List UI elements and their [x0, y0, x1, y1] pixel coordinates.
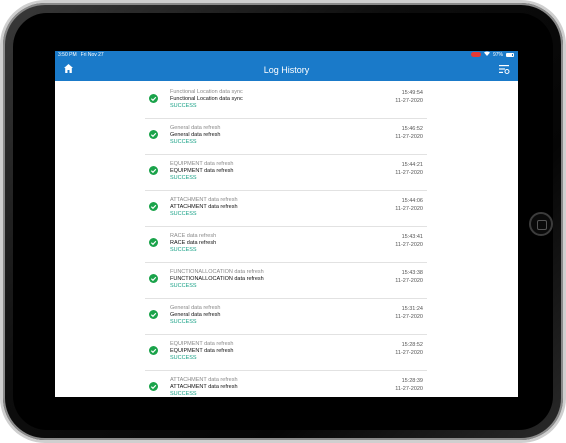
check-circle-icon	[149, 382, 158, 391]
log-name: RACE data refresh	[170, 233, 217, 239]
log-name: General data refresh	[170, 305, 221, 311]
check-circle-icon	[149, 310, 158, 319]
log-date: 11-27-2020	[395, 386, 423, 392]
log-timestamp: 15:46:52 11-27-2020	[395, 125, 423, 141]
log-name: EQUIPMENT data refresh	[170, 161, 234, 167]
log-description: EQUIPMENT data refresh	[170, 168, 234, 174]
log-name: FUNCTIONALLOCATION data refresh	[170, 269, 264, 275]
log-timestamp: 15:44:21 11-27-2020	[395, 161, 423, 177]
log-time: 15:43:41	[401, 234, 423, 240]
check-circle-icon	[149, 346, 158, 355]
check-circle-icon	[149, 238, 158, 247]
log-description: RACE data refresh	[170, 240, 217, 246]
log-date: 11-27-2020	[395, 206, 423, 212]
recording-icon	[470, 52, 481, 57]
log-description: EQUIPMENT data refresh	[170, 348, 234, 354]
log-timestamp: 15:43:38 11-27-2020	[395, 269, 423, 285]
filter-icon[interactable]	[498, 63, 510, 75]
battery-percent: 97%	[492, 51, 503, 58]
page-title: Log History	[263, 64, 310, 75]
log-item[interactable]: General data refresh General data refres…	[145, 299, 427, 335]
log-date: 11-27-2020	[395, 134, 423, 140]
log-time: 15:44:21	[401, 162, 423, 168]
log-time: 15:49:54	[401, 90, 423, 96]
log-status: SUCCESS	[170, 103, 197, 109]
log-item[interactable]: ATTACHMENT data refresh ATTACHMENT data …	[145, 191, 427, 227]
check-circle-icon	[149, 202, 158, 211]
log-timestamp: 15:28:52 11-27-2020	[395, 341, 423, 357]
log-date: 11-27-2020	[395, 170, 423, 176]
log-timestamp: 15:31:24 11-27-2020	[395, 305, 423, 321]
log-description: ATTACHMENT data refresh	[170, 384, 238, 390]
log-status: SUCCESS	[170, 247, 197, 253]
check-circle-icon	[149, 274, 158, 283]
check-circle-icon	[149, 166, 158, 175]
log-time: 15:46:52	[401, 126, 423, 132]
log-status: SUCCESS	[170, 391, 197, 397]
log-item[interactable]: ATTACHMENT data refresh ATTACHMENT data …	[145, 371, 427, 397]
log-date: 11-27-2020	[395, 278, 423, 284]
log-date: 11-27-2020	[395, 350, 423, 356]
check-circle-icon	[149, 94, 158, 103]
battery-icon	[506, 52, 514, 57]
log-description: Functional Location data sync	[170, 96, 243, 102]
status-time: 3:50 PM	[58, 51, 77, 58]
log-time: 15:31:24	[401, 306, 423, 312]
log-status: SUCCESS	[170, 175, 197, 181]
log-timestamp: 15:44:06 11-27-2020	[395, 197, 423, 213]
nav-bar: Log History	[55, 58, 518, 81]
log-date: 11-27-2020	[395, 98, 423, 104]
log-name: ATTACHMENT data refresh	[170, 197, 238, 203]
home-icon[interactable]	[63, 63, 74, 74]
log-time: 15:43:38	[401, 270, 423, 276]
check-circle-icon	[149, 130, 158, 139]
log-item[interactable]: EQUIPMENT data refresh EQUIPMENT data re…	[145, 335, 427, 371]
log-timestamp: 15:43:41 11-27-2020	[395, 233, 423, 249]
home-hardware-button[interactable]	[529, 212, 553, 236]
log-name: Functional Location data sync	[170, 89, 243, 95]
log-status: SUCCESS	[170, 355, 197, 361]
log-item[interactable]: FUNCTIONALLOCATION data refresh FUNCTION…	[145, 263, 427, 299]
log-time: 15:44:06	[401, 198, 423, 204]
status-date: Fri Nov 27	[80, 51, 104, 58]
log-description: ATTACHMENT data refresh	[170, 204, 238, 210]
log-time: 15:28:39	[401, 378, 423, 384]
log-item[interactable]: EQUIPMENT data refresh EQUIPMENT data re…	[145, 155, 427, 191]
wifi-icon	[483, 51, 490, 58]
log-status: SUCCESS	[170, 319, 197, 325]
log-item[interactable]: RACE data refresh RACE data refresh SUCC…	[145, 227, 427, 263]
log-status: SUCCESS	[170, 211, 197, 217]
log-description: General data refresh	[170, 132, 221, 138]
app-screen: 3:50 PM Fri Nov 27 97% Log History Funct…	[55, 51, 518, 397]
log-description: FUNCTIONALLOCATION data refresh	[170, 276, 264, 282]
log-item[interactable]: General data refresh General data refres…	[145, 119, 427, 155]
log-timestamp: 15:49:54 11-27-2020	[395, 89, 423, 105]
log-item[interactable]: Functional Location data sync Functional…	[145, 83, 427, 119]
log-description: General data refresh	[170, 312, 221, 318]
log-date: 11-27-2020	[395, 314, 423, 320]
log-name: ATTACHMENT data refresh	[170, 377, 238, 383]
log-time: 15:28:52	[401, 342, 423, 348]
log-date: 11-27-2020	[395, 242, 423, 248]
log-timestamp: 15:28:39 11-27-2020	[395, 377, 423, 393]
log-status: SUCCESS	[170, 139, 197, 145]
tablet-frame: 3:50 PM Fri Nov 27 97% Log History Funct…	[3, 3, 563, 440]
log-name: EQUIPMENT data refresh	[170, 341, 234, 347]
status-indicators: 97%	[470, 51, 514, 58]
log-status: SUCCESS	[170, 283, 197, 289]
log-name: General data refresh	[170, 125, 221, 131]
status-bar: 3:50 PM Fri Nov 27 97%	[55, 51, 518, 58]
